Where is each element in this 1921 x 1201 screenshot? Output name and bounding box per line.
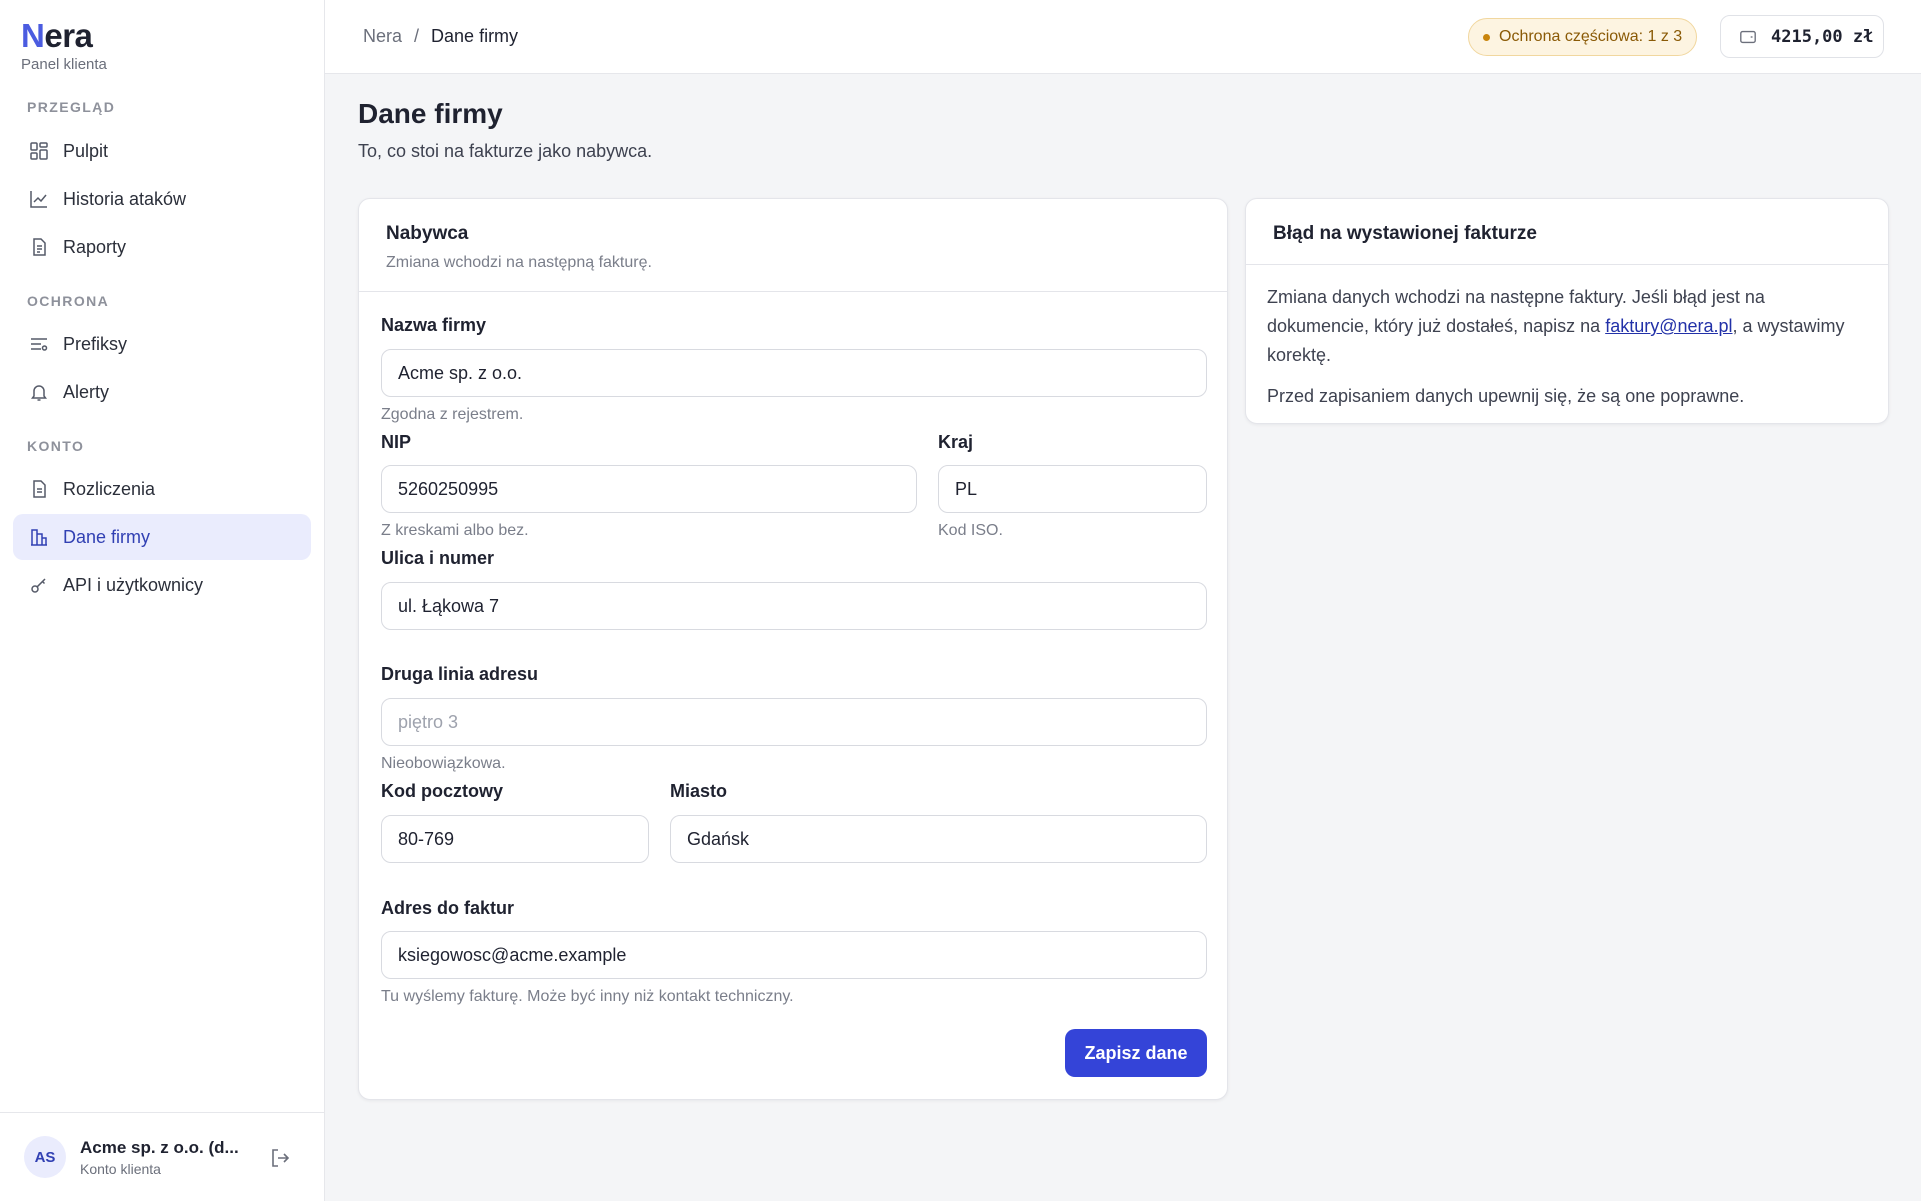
invoice-error-note: Przed zapisaniem danych upewnij się, że …	[1267, 386, 1745, 406]
sidebar-item-label: API i użytkownicy	[63, 575, 204, 595]
brand[interactable]: Nera Panel klienta	[21, 17, 107, 74]
logout-icon[interactable]	[268, 1146, 292, 1170]
breadcrumb-current: Dane firmy	[431, 26, 519, 46]
bell-icon	[31, 385, 47, 401]
address2-label: Druga linia adresu	[381, 664, 539, 684]
sidebar-item-pulpit[interactable]: Pulpit	[13, 128, 311, 174]
country-input[interactable]	[938, 465, 1207, 513]
nav-section-protection: OCHRONA	[27, 293, 110, 309]
invoice-error-card-header: Błąd na wystawionej fakturze	[1246, 199, 1888, 265]
sidebar-item-label: Dane firmy	[63, 527, 151, 547]
topbar: Nera / Dane firmy Ochrona częściowa: 1 z…	[325, 0, 1921, 74]
company-name-input[interactable]	[381, 349, 1207, 397]
sidebar-item-label: Alerty	[63, 382, 110, 402]
sidebar-item-label: Raporty	[63, 237, 127, 257]
invoice-error-card-title: Błąd na wystawionej fakturze	[1273, 223, 1537, 244]
grid-icon	[30, 142, 48, 160]
invoice-error-paragraph: Zmiana danych wchodzi na następne faktur…	[1267, 287, 1845, 365]
sidebar-item-label: Rozliczenia	[63, 479, 156, 499]
list-filter-icon	[31, 338, 48, 351]
postal-code-label: Kod pocztowy	[381, 781, 503, 801]
breadcrumb-root[interactable]: Nera	[363, 26, 402, 47]
city-label: Miasto	[670, 781, 728, 801]
document-icon	[33, 238, 46, 256]
street-input[interactable]	[381, 582, 1207, 630]
save-button[interactable]: Zapisz dane	[1065, 1029, 1207, 1077]
user-role: Konto klienta	[80, 1160, 161, 1177]
sidebar: Nera Panel klienta PRZEGLĄD Pulpit Histo…	[0, 0, 325, 1201]
balance-button[interactable]: 4215,00 zł	[1720, 15, 1884, 58]
nav-section-overview: PRZEGLĄD	[27, 99, 116, 115]
balance-amount: 4215,00 zł	[1771, 26, 1874, 47]
street-label: Ulica i numer	[381, 548, 495, 568]
protection-status-badge[interactable]: Ochrona częściowa: 1 z 3	[1468, 18, 1698, 56]
company-name-hint: Zgodna z rejestrem.	[381, 406, 524, 423]
buyer-card: Nabywca Zmiana wchodzi na następną faktu…	[358, 198, 1228, 1100]
sidebar-item-alerty[interactable]: Alerty	[13, 369, 311, 415]
postal-code-input[interactable]	[381, 815, 649, 863]
nip-hint: Z kreskami albo bez.	[381, 522, 529, 539]
logo: Nera	[21, 17, 93, 54]
wallet-icon	[1740, 30, 1756, 43]
page-title: Dane firmy	[358, 98, 503, 129]
sidebar-item-label: Pulpit	[63, 141, 109, 161]
sidebar-item-dane-firmy[interactable]: Dane firmy	[13, 514, 311, 560]
building-icon	[31, 529, 47, 546]
brand-subtitle: Panel klienta	[21, 56, 107, 73]
sidebar-item-raporty[interactable]: Raporty	[13, 224, 311, 270]
breadcrumb: Nera / Dane firmy	[363, 26, 518, 47]
invoice-email-link[interactable]: faktury@nera.pl	[1605, 316, 1732, 336]
sidebar-item-label: Historia ataków	[63, 189, 187, 209]
nip-input[interactable]	[381, 465, 917, 513]
country-hint: Kod ISO.	[938, 522, 1003, 539]
sidebar-item-historia-atakow[interactable]: Historia ataków	[13, 176, 311, 222]
buyer-card-title: Nabywca	[386, 223, 469, 244]
invoice-email-input[interactable]	[381, 931, 1207, 979]
invoice-email-label: Adres do faktur	[381, 898, 515, 918]
receipt-icon	[33, 480, 46, 498]
sidebar-item-label: Prefiksy	[63, 334, 128, 354]
company-name-label: Nazwa firmy	[381, 315, 487, 335]
nip-label: NIP	[381, 432, 412, 452]
invoice-error-card: Błąd na wystawionej fakturze Zmiana dany…	[1245, 198, 1889, 424]
sidebar-item-api-uzytkownicy[interactable]: API i użytkownicy	[13, 562, 311, 608]
page-subtitle: To, co stoi na fakturze jako nabywca.	[358, 141, 653, 161]
nav-section-account: KONTO	[27, 438, 85, 454]
address2-input[interactable]	[381, 698, 1207, 746]
city-input[interactable]	[670, 815, 1207, 863]
key-icon	[31, 578, 46, 593]
avatar[interactable]: AS	[24, 1136, 66, 1178]
breadcrumb-separator: /	[414, 26, 420, 46]
invoice-email-hint: Tu wyślemy fakturę. Może być inny niż ko…	[381, 988, 794, 1005]
sidebar-item-rozliczenia[interactable]: Rozliczenia	[13, 466, 311, 512]
invoice-error-card-body: Zmiana danych wchodzi na następne faktur…	[1246, 265, 1888, 411]
address2-hint: Nieobowiązkowa.	[381, 755, 506, 772]
protection-status-text: Ochrona częściowa: 1 z 3	[1499, 28, 1683, 45]
user-block: AS Acme sp. z o.o. (d... Konto klienta	[0, 1112, 325, 1201]
sidebar-item-prefiksy[interactable]: Prefiksy	[13, 321, 311, 367]
buyer-card-header: Nabywca Zmiana wchodzi na następną faktu…	[359, 199, 1227, 292]
user-name: Acme sp. z o.o. (d...	[80, 1137, 239, 1157]
country-label: Kraj	[938, 432, 974, 452]
user-info: Acme sp. z o.o. (d... Konto klienta	[80, 1138, 250, 1177]
chart-line-icon	[30, 191, 47, 208]
buyer-card-description: Zmiana wchodzi na następną fakturę.	[386, 254, 652, 271]
status-dot-icon	[1483, 33, 1490, 41]
